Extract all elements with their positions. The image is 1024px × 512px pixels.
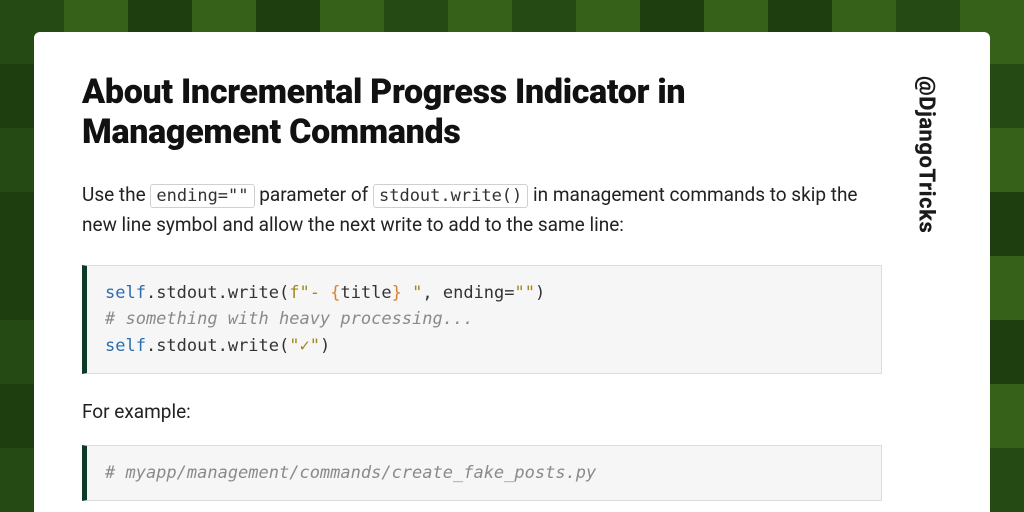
code-token: = bbox=[504, 283, 514, 303]
code-token: ) bbox=[320, 336, 330, 356]
sidebar: @DjangoTricks bbox=[910, 72, 942, 512]
code-token: , bbox=[422, 283, 442, 303]
code-block-2: # myapp/management/commands/create_fake_… bbox=[82, 445, 882, 501]
code-comment: # myapp/management/commands/create_fake_… bbox=[105, 463, 596, 483]
article-title: About Incremental Progress Indicator in … bbox=[82, 72, 882, 152]
code-token: ending bbox=[443, 283, 504, 303]
code-token: "" bbox=[515, 283, 535, 303]
lead-paragraph-2: For example: bbox=[82, 400, 882, 423]
code-block-1: self.stdout.write(f"- {title} ", ending=… bbox=[82, 265, 882, 374]
code-token: .stdout.write( bbox=[146, 336, 289, 356]
code-token: self bbox=[105, 336, 146, 356]
code-token: .stdout.write( bbox=[146, 283, 289, 303]
code-token: title bbox=[340, 283, 391, 303]
code-token: f"- bbox=[289, 283, 330, 303]
author-handle: @DjangoTricks bbox=[914, 76, 939, 233]
article-card: About Incremental Progress Indicator in … bbox=[34, 32, 990, 512]
code-token: " bbox=[402, 283, 422, 303]
code-token: { bbox=[330, 283, 340, 303]
code-token: self bbox=[105, 283, 146, 303]
code-comment: # something with heavy processing... bbox=[105, 309, 473, 329]
intro-text: parameter of bbox=[259, 183, 373, 206]
intro-text: Use the bbox=[82, 183, 150, 206]
intro-paragraph: Use the ending="" parameter of stdout.wr… bbox=[82, 180, 882, 239]
code-token: "✓" bbox=[289, 336, 320, 356]
article-content: About Incremental Progress Indicator in … bbox=[82, 72, 882, 512]
inline-code-ending: ending="" bbox=[150, 184, 254, 208]
inline-code-stdout: stdout.write() bbox=[373, 184, 528, 208]
code-token: } bbox=[392, 283, 402, 303]
code-token: ) bbox=[535, 283, 545, 303]
